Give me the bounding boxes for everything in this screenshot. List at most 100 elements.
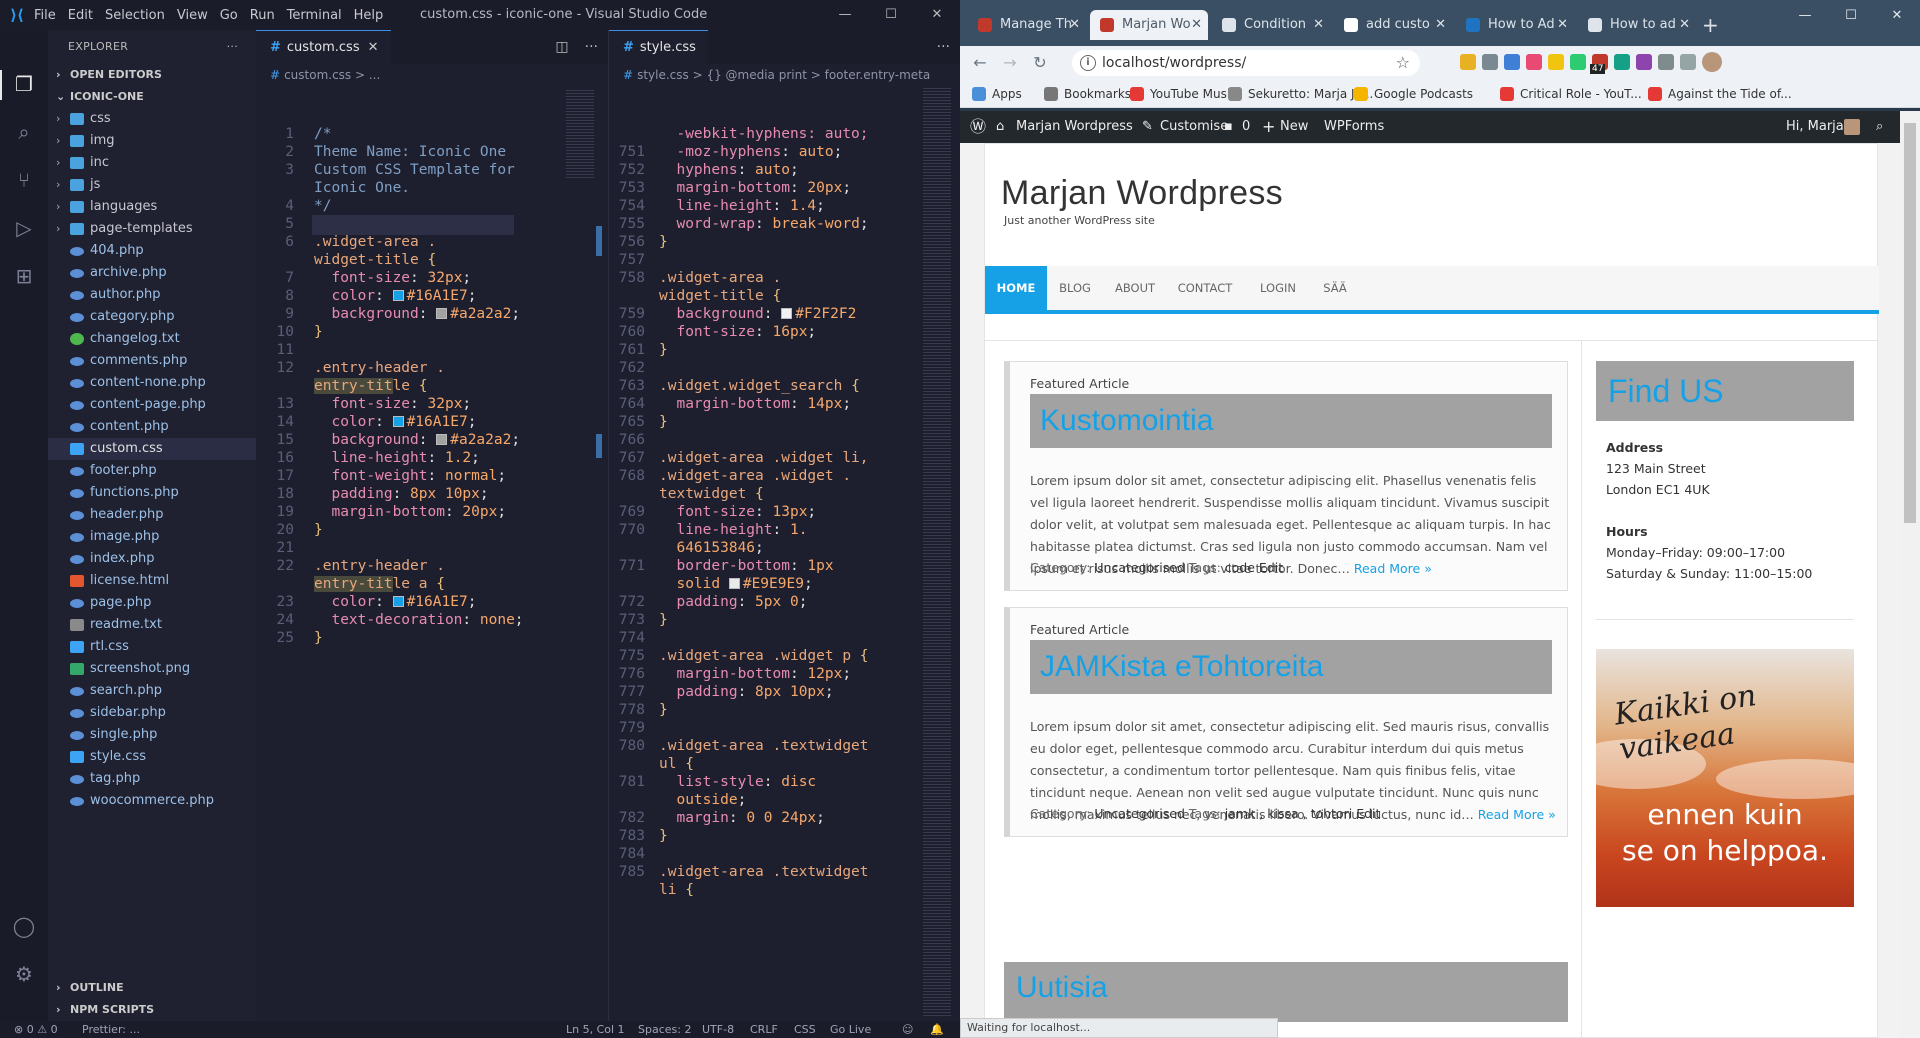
code-area-left[interactable]: 1 /* 2 Theme Name: Iconic One 3 Custom CSS Te…: [256, 86, 608, 1021]
file-item[interactable]: content-none.php: [48, 372, 256, 394]
extension-icon[interactable]: [1636, 54, 1652, 70]
post-title-uutisia[interactable]: Uutisia: [1004, 962, 1568, 1022]
nav-item-2[interactable]: ABOUT: [1103, 266, 1167, 310]
browser-tab[interactable]: Manage Th ✕: [968, 10, 1086, 40]
read-more-link[interactable]: Read More »: [1354, 561, 1432, 576]
read-more-link[interactable]: Read More »: [1478, 807, 1556, 822]
bookmark-item[interactable]: Google Podcasts: [1354, 80, 1473, 108]
home-icon[interactable]: ⌂: [996, 111, 1004, 143]
close-tab-icon[interactable]: ✕: [1313, 10, 1324, 40]
bookmark-item[interactable]: Bookmarks: [1044, 80, 1131, 108]
close-tab-icon[interactable]: ✕: [1191, 10, 1202, 40]
browser-tab[interactable]: How to ad ✕: [1578, 10, 1696, 40]
edit-link[interactable]: Edit: [1356, 806, 1380, 821]
menu-view[interactable]: View: [177, 8, 208, 23]
code-line[interactable]: }: [314, 522, 323, 538]
breadcrumb[interactable]: # style.css > {} @media print > footer.en…: [609, 64, 960, 86]
reload-icon[interactable]: ↻: [1028, 51, 1052, 75]
code-line[interactable]: Iconic One.: [314, 180, 410, 196]
code-line[interactable]: }: [659, 612, 668, 628]
file-item[interactable]: header.php: [48, 504, 256, 526]
gear-icon[interactable]: ⚙: [12, 962, 36, 986]
wpforms-link[interactable]: WPForms: [1324, 111, 1384, 143]
code-line[interactable]: .entry-header .: [314, 558, 445, 574]
file-item[interactable]: rtl.css: [48, 636, 256, 658]
customise-link[interactable]: Customise: [1160, 111, 1228, 143]
file-item[interactable]: tag.php: [48, 768, 256, 790]
extension-icon[interactable]: [1460, 54, 1476, 70]
page-scrollbar[interactable]: [1900, 111, 1920, 1038]
code-line[interactable]: hyphens: auto;: [659, 162, 798, 178]
file-item[interactable]: › page-templates: [48, 218, 256, 240]
file-item[interactable]: › js: [48, 174, 256, 196]
category-link[interactable]: Uncategorised: [1094, 560, 1185, 575]
comments-count[interactable]: 0: [1242, 111, 1250, 143]
more-actions-icon[interactable]: ···: [227, 30, 238, 64]
source-control-icon[interactable]: ⑂: [12, 168, 36, 192]
code-line[interactable]: background: #a2a2a2;: [314, 432, 520, 448]
bookmark-star-icon[interactable]: ☆: [1396, 50, 1410, 76]
scroll-thumb[interactable]: [1904, 123, 1916, 523]
search-icon[interactable]: ⌕: [1876, 111, 1883, 143]
split-editor-icon[interactable]: ◫: [555, 39, 568, 55]
feedback-icon[interactable]: ☺: [902, 1021, 913, 1038]
nav-item-1[interactable]: BLOG: [1047, 266, 1103, 310]
maximize-icon[interactable]: ☐: [1828, 0, 1874, 32]
menu-go[interactable]: Go: [220, 8, 238, 23]
code-line[interactable]: font-size: 16px;: [659, 324, 816, 340]
search-icon[interactable]: ⌕: [12, 120, 36, 144]
extensions-icon[interactable]: ⊞: [12, 264, 36, 288]
code-line[interactable]: line-height: 1.2;: [314, 450, 479, 466]
code-line[interactable]: font-size: 13px;: [659, 504, 816, 520]
code-line[interactable]: margin-bottom: 20px;: [659, 180, 851, 196]
code-line[interactable]: word-wrap: break-word;: [659, 216, 868, 232]
address-bar[interactable]: i localhost/wordpress/ ☆: [1072, 50, 1420, 76]
code-line[interactable]: }: [659, 702, 668, 718]
close-icon[interactable]: ✕: [1874, 0, 1920, 32]
encoding[interactable]: UTF-8: [702, 1021, 734, 1038]
nav-item-4[interactable]: LOGIN: [1243, 266, 1313, 310]
browser-tab[interactable]: Condition ✕: [1212, 10, 1330, 40]
file-item[interactable]: readme.txt: [48, 614, 256, 636]
language-mode[interactable]: CSS: [794, 1021, 816, 1038]
code-line[interactable]: .widget-area .widget .: [659, 468, 851, 484]
code-line[interactable]: margin-bottom: 20px;: [314, 504, 506, 520]
nav-item-5[interactable]: SÄÄ: [1313, 266, 1357, 310]
close-tab-icon[interactable]: ✕: [368, 40, 379, 55]
extension-icon[interactable]: [1614, 54, 1630, 70]
minimap-left[interactable]: [566, 90, 594, 180]
file-item[interactable]: functions.php: [48, 482, 256, 504]
bookmark-item[interactable]: Against the Tide of...: [1648, 80, 1792, 108]
code-line[interactable]: outside;: [659, 792, 746, 808]
back-icon[interactable]: ←: [968, 51, 992, 75]
npm-scripts-section[interactable]: › NPM SCRIPTS: [48, 999, 256, 1021]
prettier-status[interactable]: Prettier: ...: [82, 1021, 140, 1038]
go-live-button[interactable]: Go Live: [830, 1021, 871, 1038]
code-line[interactable]: -moz-hyphens: auto;: [659, 144, 842, 160]
problems-status[interactable]: ⊗ 0 ⚠ 0: [14, 1021, 58, 1038]
indentation[interactable]: Spaces: 2: [638, 1021, 691, 1038]
browser-tab[interactable]: add custo ✕: [1334, 10, 1452, 40]
menu-file[interactable]: File: [34, 8, 56, 23]
file-item[interactable]: 404.php: [48, 240, 256, 262]
code-line[interactable]: padding: 8px 10px;: [314, 486, 488, 502]
file-item[interactable]: image.php: [48, 526, 256, 548]
file-item[interactable]: changelog.txt: [48, 328, 256, 350]
line-endings[interactable]: CRLF: [750, 1021, 778, 1038]
code-area-right[interactable]: -webkit-hyphens: auto; 751 -moz-hyphens: …: [609, 86, 960, 1021]
more-actions-icon[interactable]: ···: [937, 39, 950, 55]
site-title[interactable]: Marjan Wordpress: [1001, 174, 1283, 213]
bookmark-item[interactable]: Sekuretto: Marja Ja...: [1228, 80, 1373, 108]
extension-icon[interactable]: [1548, 54, 1564, 70]
code-line[interactable]: */: [314, 198, 331, 214]
run-debug-icon[interactable]: ▷: [12, 216, 36, 240]
color-swatch[interactable]: [436, 434, 448, 445]
tag-links[interactable]: code: [1225, 560, 1255, 575]
code-line[interactable]: ul {: [659, 756, 694, 772]
tag-links[interactable]: jamk , kissa , tohtori: [1225, 806, 1352, 821]
code-line[interactable]: Theme Name: Iconic One: [314, 144, 506, 160]
file-item[interactable]: style.css: [48, 746, 256, 768]
code-line[interactable]: /*: [314, 126, 331, 142]
extension-icon[interactable]: [1658, 54, 1674, 70]
file-item[interactable]: category.php: [48, 306, 256, 328]
